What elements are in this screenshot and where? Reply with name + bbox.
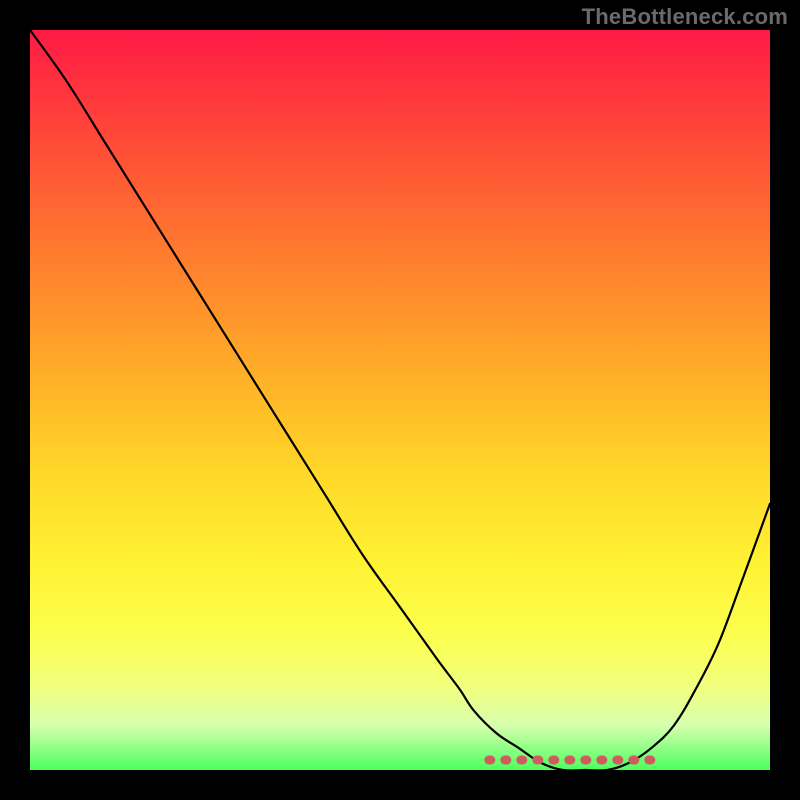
plot-area	[30, 30, 770, 770]
bottleneck-curve	[30, 30, 770, 770]
chart-frame: TheBottleneck.com	[0, 0, 800, 800]
watermark-text: TheBottleneck.com	[582, 4, 788, 30]
chart-svg	[30, 30, 770, 770]
